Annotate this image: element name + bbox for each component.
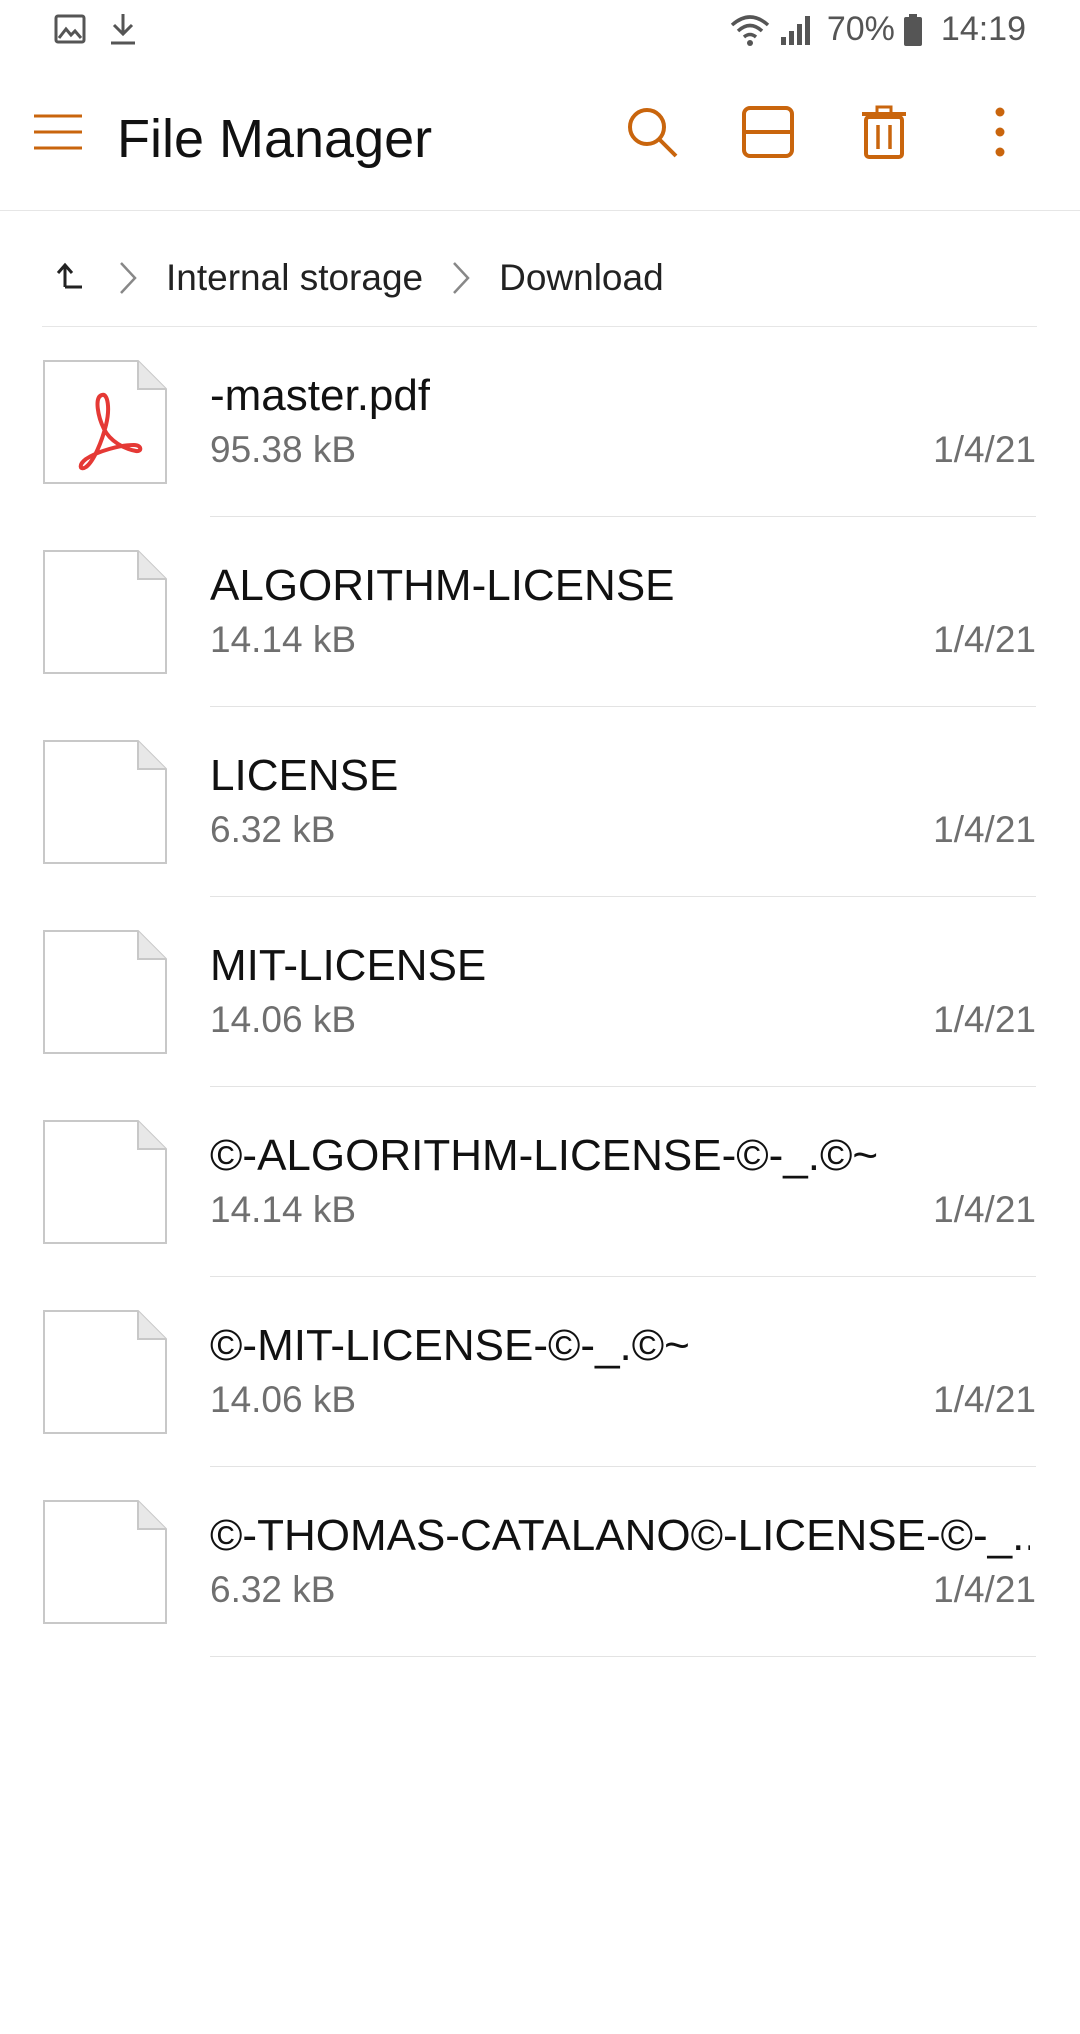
more-options-button[interactable]: [968, 102, 1032, 166]
status-left-icons: [54, 12, 138, 46]
battery-percentage: 70%: [826, 10, 895, 48]
file-name: -master.pdf: [210, 371, 431, 420]
clock: 14:19: [940, 10, 1026, 48]
file-size: 14.14 kB: [210, 1189, 357, 1230]
view-toggle-button[interactable]: [736, 102, 800, 166]
list-item[interactable]: MIT-LICENSE 14.06 kB 1/4/21: [0, 897, 1080, 1087]
file-icon: [42, 1119, 168, 1245]
breadcrumb-download[interactable]: Download: [499, 257, 664, 299]
file-size: 95.38 kB: [210, 429, 357, 470]
file-size: 14.06 kB: [210, 1379, 357, 1420]
app-bar: File Manager: [0, 64, 1080, 211]
more-options-icon: [994, 106, 1006, 163]
menu-button[interactable]: [28, 104, 88, 164]
wifi-icon: [729, 13, 771, 47]
file-name: ©-THOMAS-CATALANO©-LICENSE-©-_..: [210, 1511, 1030, 1560]
list-item[interactable]: LICENSE 6.32 kB 1/4/21: [0, 707, 1080, 897]
divider: [210, 1656, 1036, 1657]
file-date: 1/4/21: [933, 1189, 1036, 1230]
file-size: 6.32 kB: [210, 809, 336, 850]
file-icon: [42, 1499, 168, 1625]
chevron-right-icon: [114, 258, 142, 298]
file-name: LICENSE: [210, 751, 399, 800]
navigate-up-button[interactable]: [46, 256, 90, 300]
app-title: File Manager: [117, 109, 433, 169]
file-size: 14.14 kB: [210, 619, 357, 660]
download-icon: [108, 12, 138, 46]
breadcrumb: Internal storage Download: [42, 230, 1037, 327]
list-item[interactable]: ©-MIT-LICENSE-©-_.©~ 14.06 kB 1/4/21: [0, 1277, 1080, 1467]
file-list: -master.pdf 95.38 kB 1/4/21 ALGORITHM-LI…: [0, 327, 1080, 1657]
gallery-icon: [54, 14, 86, 44]
file-icon: [42, 549, 168, 675]
up-arrow-icon: [52, 261, 84, 296]
file-date: 1/4/21: [933, 1569, 1036, 1610]
list-item[interactable]: ©-ALGORITHM-LICENSE-©-_.©~ 14.14 kB 1/4/…: [0, 1087, 1080, 1277]
file-date: 1/4/21: [933, 1379, 1036, 1420]
file-date: 1/4/21: [933, 809, 1036, 850]
delete-button[interactable]: [852, 102, 916, 166]
list-item[interactable]: ALGORITHM-LICENSE 14.14 kB 1/4/21: [0, 517, 1080, 707]
hamburger-menu-icon: [32, 112, 84, 157]
file-name: ©-MIT-LICENSE-©-_.©~: [210, 1321, 690, 1370]
file-icon: [42, 1309, 168, 1435]
chevron-right-icon: [447, 258, 475, 298]
file-size: 6.32 kB: [210, 1569, 336, 1610]
view-toggle-icon: [742, 105, 794, 163]
file-icon: [42, 929, 168, 1055]
file-size: 14.06 kB: [210, 999, 357, 1040]
file-icon: [42, 739, 168, 865]
file-date: 1/4/21: [933, 999, 1036, 1040]
file-name: ALGORITHM-LICENSE: [210, 561, 675, 610]
list-item[interactable]: -master.pdf 95.38 kB 1/4/21: [0, 327, 1080, 517]
file-name: MIT-LICENSE: [210, 941, 487, 990]
delete-icon: [860, 105, 908, 164]
file-date: 1/4/21: [933, 429, 1036, 470]
breadcrumb-internal-storage[interactable]: Internal storage: [166, 257, 423, 299]
file-date: 1/4/21: [933, 619, 1036, 660]
battery-icon: [903, 13, 923, 47]
list-item[interactable]: ©-THOMAS-CATALANO©-LICENSE-©-_.. 6.32 kB…: [0, 1467, 1080, 1657]
search-icon: [625, 105, 679, 164]
status-right: 70% 14:19: [729, 10, 1026, 49]
file-name: ©-ALGORITHM-LICENSE-©-_.©~: [210, 1131, 879, 1180]
pdf-file-icon: [42, 359, 168, 485]
status-bar: 70% 14:19: [0, 0, 1080, 64]
signal-icon: [779, 13, 815, 47]
search-button[interactable]: [620, 102, 684, 166]
